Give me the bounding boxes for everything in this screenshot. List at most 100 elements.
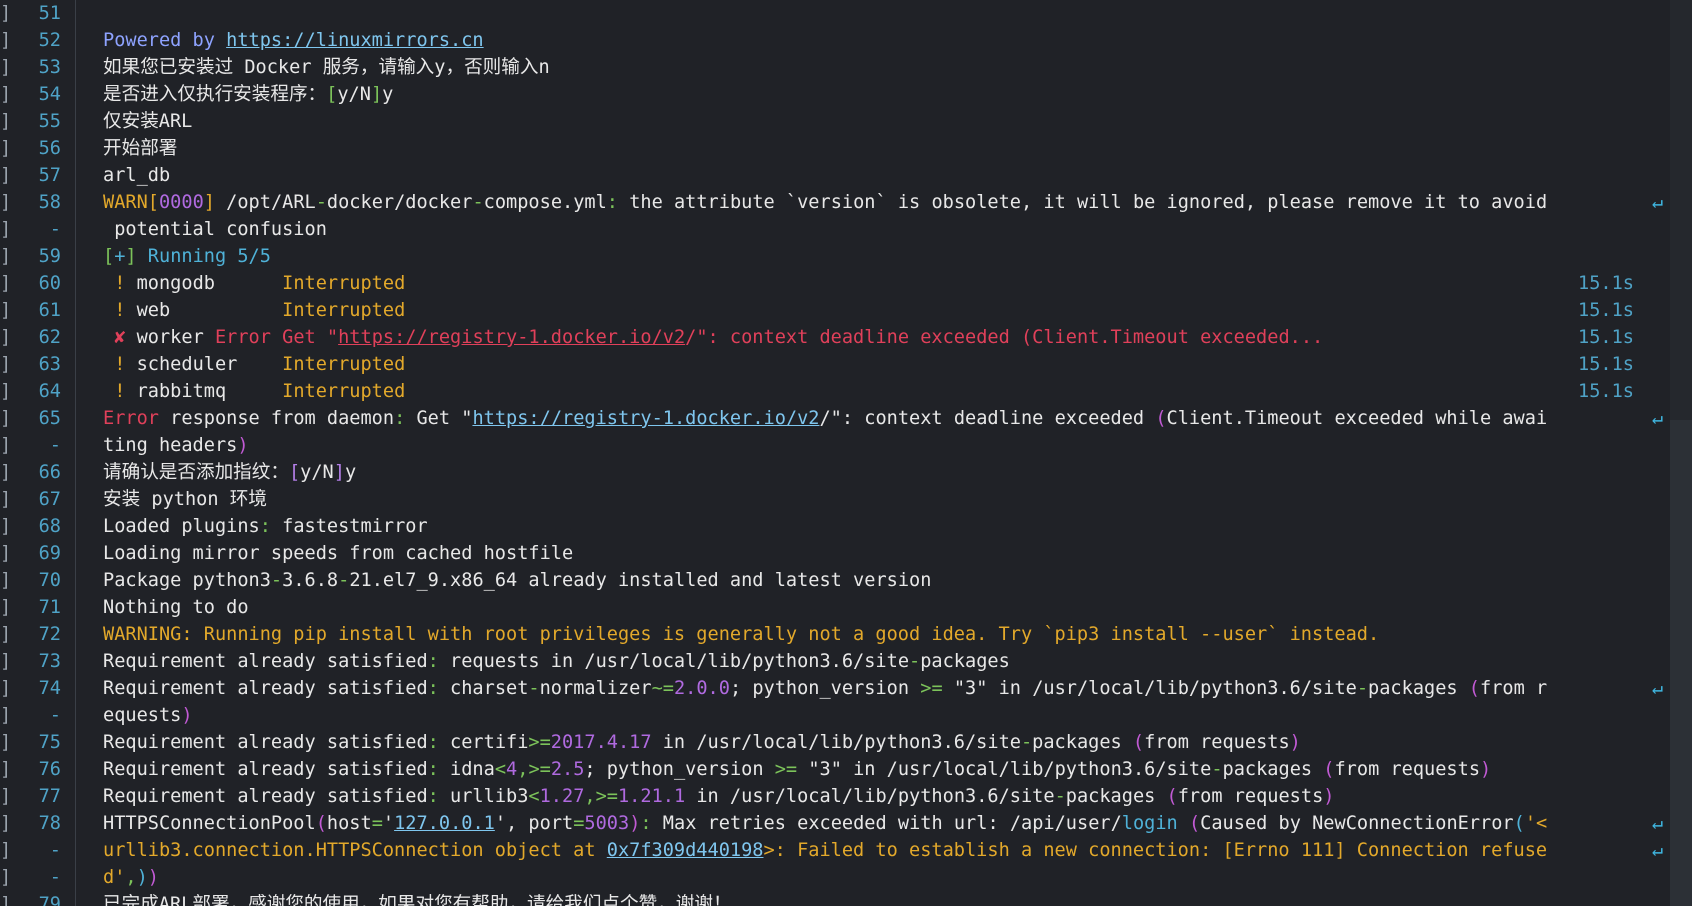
text-segment: : — [427, 732, 439, 753]
text-segment: from requests — [1177, 786, 1324, 807]
text-segment: 21.el7_9.x86_64 already installed and la… — [349, 570, 932, 591]
gutter-mark: ] — [0, 435, 12, 456]
line-number: 76 — [38, 759, 61, 780]
text-segment: : — [606, 192, 618, 213]
text-segment: ! — [103, 381, 137, 402]
text-segment: Interrupted — [282, 381, 406, 402]
text-segment: Loaded plugins — [103, 516, 260, 537]
gutter-mark: ] — [0, 165, 12, 186]
text-segment: Package python3 — [103, 570, 271, 591]
wrap-icon: ↵ — [1652, 678, 1664, 699]
text-segment: Loading mirror speeds from cached hostfi… — [103, 543, 574, 564]
line-text: 如果您已安装过 Docker 服务，请输入y，否则输入n — [103, 54, 550, 81]
text-segment: ~= — [651, 678, 674, 699]
text-segment: - — [472, 192, 484, 213]
text-segment: : — [394, 408, 406, 429]
text-segment: 2017.4.17 — [550, 732, 652, 753]
text-segment: '< — [1524, 813, 1548, 834]
line-number: 58 — [38, 192, 61, 213]
text-segment: ( — [1132, 732, 1145, 753]
text-segment: the attribute `version` is obsolete, it … — [618, 192, 1548, 213]
text-segment: charset — [438, 678, 529, 699]
text-segment: equests — [103, 705, 182, 726]
text-segment: in /usr/local/lib/python3.6/site — [651, 732, 1021, 753]
text-segment: from requests — [1144, 732, 1290, 753]
gutter-mark: ] — [0, 462, 12, 483]
line-text: ! rabbitmq Interrupted — [103, 378, 405, 405]
terminal-line: ] 57 arl_db — [0, 162, 1692, 189]
text-segment: 127.0.0.1 — [394, 813, 495, 834]
gutter-mark: ] — [0, 705, 12, 726]
text-segment: 已完成ARL部署，感谢您的使用，如果对您有帮助，请给我们点个赞，谢谢！ — [103, 894, 732, 906]
line-number: 56 — [38, 138, 61, 159]
text-segment: - — [315, 192, 327, 213]
line-text: ✘ worker Error Get "https://registry-1.d… — [103, 324, 1323, 351]
elapsed-time: 15.1s — [1578, 327, 1634, 348]
text-segment: Interrupted — [282, 354, 406, 375]
text-segment: Max retries exceeded with url: /api/user… — [651, 813, 1122, 834]
text-segment: : — [640, 813, 652, 834]
wrap-icon: ↵ — [1652, 840, 1664, 861]
terminal-line: ] 71 Nothing to do — [0, 594, 1692, 621]
text-segment: 请确认是否添加指纹： — [103, 462, 289, 483]
line-text: Requirement already satisfied: idna<4,>=… — [103, 756, 1491, 783]
text-segment: 安装 python 环境 — [103, 489, 267, 510]
line-number: 57 — [38, 165, 61, 186]
text-segment: https://registry-1.docker.io/v2 — [338, 327, 686, 348]
text-segment: < — [494, 759, 507, 780]
line-text: 请确认是否添加指纹：[y/N]y — [103, 459, 356, 486]
line-number: 68 — [38, 516, 61, 537]
line-number: 71 — [38, 597, 61, 618]
terminal-line: ] 70 Package python3-3.6.8-21.el7_9.x86_64… — [0, 567, 1692, 594]
line-text: [+] Running 5/5 — [103, 243, 271, 270]
gutter-mark: ] — [0, 300, 12, 321]
text-segment: ( — [315, 813, 327, 834]
gutter-mark: ] — [0, 516, 12, 537]
line-text: ting headers) — [103, 432, 249, 459]
text-segment: , — [584, 786, 596, 807]
text-segment: ; python_version — [729, 678, 921, 699]
text-segment: [ — [147, 192, 159, 213]
line-number: 78 — [38, 813, 61, 834]
line-number: 66 — [38, 462, 61, 483]
text-segment: 2.0.0 — [673, 678, 730, 699]
line-number: - — [49, 705, 61, 726]
text-segment: from requests — [1334, 759, 1481, 780]
text-segment: ( — [1166, 786, 1178, 807]
text-segment: d' — [103, 867, 126, 888]
text-segment: Error Get " — [214, 327, 339, 348]
gutter-mark: ] — [0, 867, 12, 888]
text-segment: 4 — [506, 759, 518, 780]
terminal-line: ] 54 是否进入仅执行安装程序：[y/N]y — [0, 81, 1692, 108]
terminal-line: ] - equests) — [0, 702, 1692, 729]
text-segment: Caused by NewConnectionError — [1200, 813, 1514, 834]
text-segment: >= — [528, 759, 551, 780]
line-text: Nothing to do — [103, 594, 249, 621]
gutter-mark: ] — [0, 192, 12, 213]
text-segment: web — [136, 300, 283, 321]
text-segment: [ — [326, 84, 338, 105]
text-segment: "3" in /usr/local/lib/python3.6/site — [797, 759, 1212, 780]
line-number: - — [49, 840, 61, 861]
text-segment: - — [338, 570, 350, 591]
text-segment: ( — [1513, 813, 1525, 834]
terminal-line: ] 79 已完成ARL部署，感谢您的使用，如果对您有帮助，请给我们点个赞，谢谢！ — [0, 891, 1692, 906]
text-segment: https://linuxmirrors.cn — [226, 30, 484, 51]
gutter-mark: ] — [0, 381, 12, 402]
text-segment: ) — [1480, 759, 1492, 780]
line-text: Loading mirror speeds from cached hostfi… — [103, 540, 573, 567]
terminal-line: ] 66 请确认是否添加指纹：[y/N]y — [0, 459, 1692, 486]
terminal-line: ] 76 Requirement already satisfied: idna<4… — [0, 756, 1692, 783]
text-segment: ] — [125, 246, 137, 267]
terminal-line: ] 78 HTTPSConnectionPool(host='127.0.0.1',… — [0, 810, 1692, 837]
gutter-mark: ] — [0, 624, 12, 645]
text-segment: Client.Timeout exceeded while awai — [1166, 408, 1548, 429]
elapsed-time: 15.1s — [1578, 300, 1634, 321]
terminal-line: ] 69 Loading mirror speeds from cached hos… — [0, 540, 1692, 567]
text-segment: : — [427, 759, 439, 780]
text-segment: >: Failed to establish a new connection:… — [763, 840, 1548, 861]
wrap-icon: ↵ — [1652, 813, 1664, 834]
terminal-output[interactable]: ] 51] 52 Powered by https://linuxmirrors.cn… — [0, 0, 1692, 906]
line-number: 55 — [38, 111, 61, 132]
text-segment: ', port — [494, 813, 574, 834]
